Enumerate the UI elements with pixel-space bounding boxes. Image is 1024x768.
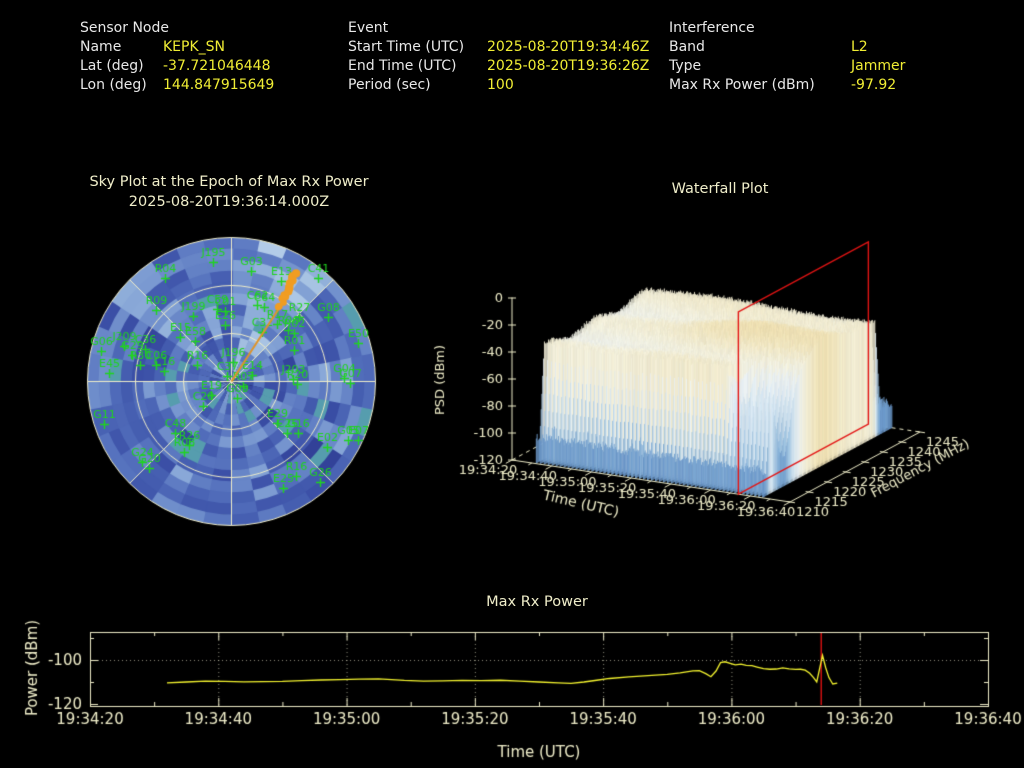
interference-section-title: Interference [669, 20, 755, 36]
waterfall-title: Waterfall Plot [671, 181, 769, 197]
interference-band-label: Band [669, 39, 705, 55]
power-plot-canvas [0, 585, 1024, 768]
event-end-label: End Time (UTC) [348, 58, 457, 74]
event-section-title: Event [348, 20, 389, 36]
interference-type-label: Type [669, 58, 702, 74]
app-window: Sensor Node Name KEPK_SN Lat (deg) -37.7… [0, 0, 1024, 768]
sensor-lat-label: Lat (deg) [80, 58, 144, 74]
event-start-value: 2025-08-20T19:34:46Z [487, 39, 650, 55]
sky-plot-canvas [80, 230, 390, 540]
sensor-section-title: Sensor Node [80, 20, 169, 36]
sensor-lon-label: Lon (deg) [80, 77, 147, 93]
sensor-lat-value: -37.721046448 [163, 58, 271, 74]
interference-band-value: L2 [851, 39, 868, 55]
interference-type-value: Jammer [851, 58, 906, 74]
sky-plot-title: Sky Plot at the Epoch of Max Rx Power 202… [38, 172, 420, 212]
event-period-value: 100 [487, 77, 514, 93]
event-end-value: 2025-08-20T19:36:26Z [487, 58, 650, 74]
sensor-lon-value: 144.847915649 [163, 77, 275, 93]
waterfall-plot-canvas [430, 230, 1024, 540]
sky-plot-title-line1: Sky Plot at the Epoch of Max Rx Power [89, 174, 369, 190]
interference-power-value: -97.92 [851, 77, 897, 93]
event-start-label: Start Time (UTC) [348, 39, 465, 55]
sensor-name-value: KEPK_SN [163, 39, 226, 55]
interference-power-label: Max Rx Power (dBm) [669, 77, 815, 93]
sky-plot-epoch-subtitle: 2025-08-20T19:36:14.000Z [128, 194, 330, 210]
event-period-label: Period (sec) [348, 77, 431, 93]
sensor-name-label: Name [80, 39, 122, 55]
